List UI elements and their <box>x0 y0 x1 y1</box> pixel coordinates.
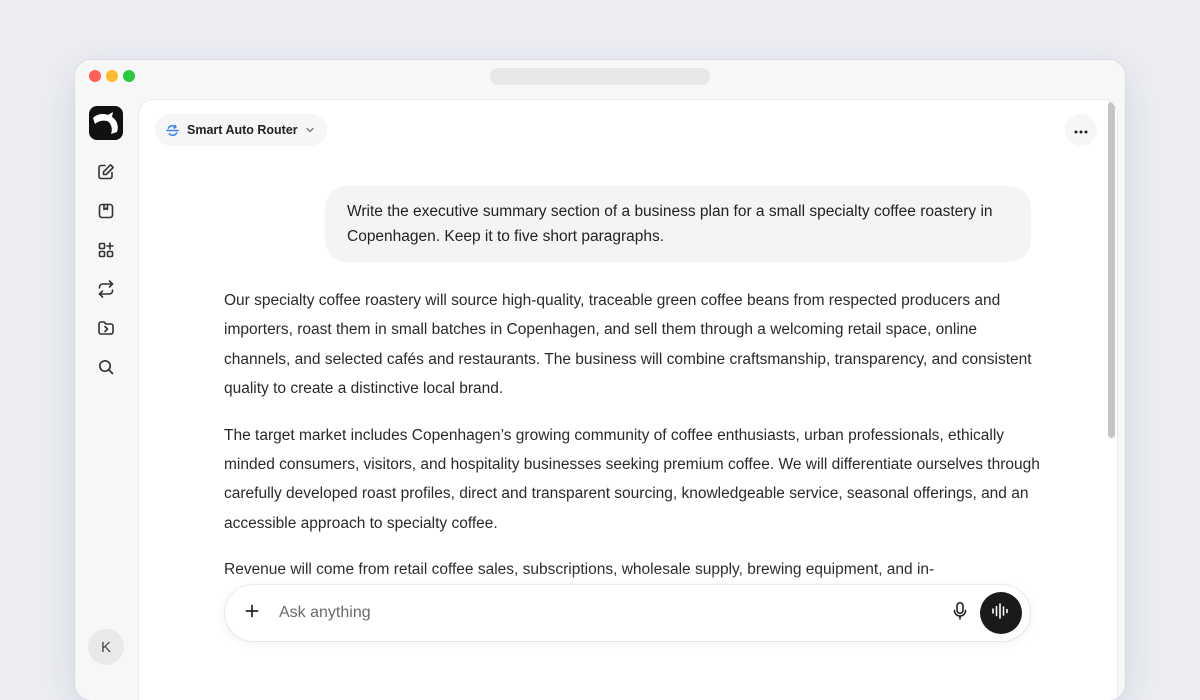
message-composer <box>225 585 1030 641</box>
user-avatar[interactable]: K <box>88 629 124 665</box>
chevron-down-icon <box>305 125 315 135</box>
maximize-window-button[interactable] <box>123 70 135 82</box>
ellipsis-icon <box>1074 121 1088 139</box>
voice-mode-button[interactable] <box>980 592 1022 634</box>
user-message-bubble: Write the executive summary section of a… <box>325 186 1031 262</box>
search-icon[interactable] <box>96 357 116 377</box>
minimize-window-button[interactable] <box>106 70 118 82</box>
address-bar[interactable] <box>490 68 710 85</box>
scrollbar-thumb[interactable] <box>1108 102 1115 438</box>
app-logo-icon[interactable] <box>89 106 123 140</box>
apps-icon[interactable] <box>96 240 116 260</box>
swap-icon[interactable] <box>96 279 116 299</box>
sidebar: K <box>75 92 137 700</box>
dictate-button[interactable] <box>947 600 973 626</box>
model-selector-button[interactable]: Smart Auto Router <box>155 114 327 146</box>
close-window-button[interactable] <box>89 70 101 82</box>
more-options-button[interactable] <box>1065 114 1097 146</box>
assistant-paragraph: The target market includes Copenhagen’s … <box>224 426 1040 532</box>
library-icon[interactable] <box>96 201 116 221</box>
new-chat-icon[interactable] <box>96 162 116 182</box>
model-selector-label: Smart Auto Router <box>187 123 298 137</box>
message-input[interactable] <box>279 599 879 627</box>
attach-button[interactable] <box>237 598 267 628</box>
microphone-icon <box>952 601 968 626</box>
folder-icon[interactable] <box>96 318 116 338</box>
plus-icon <box>244 603 260 624</box>
waveform-icon <box>991 602 1011 625</box>
assistant-paragraph: Our specialty coffee roastery will sourc… <box>224 292 1032 398</box>
avatar-initial: K <box>100 638 111 656</box>
router-icon <box>165 123 180 138</box>
chat-panel: Smart Auto Router Write the executive su… <box>139 100 1117 700</box>
app-window: K Smart Auto Router Write the executive … <box>75 60 1125 700</box>
assistant-message: Our specialty coffee roastery will sourc… <box>224 286 1044 602</box>
user-message-text: Write the executive summary section of a… <box>347 203 993 245</box>
title-bar <box>75 60 1125 92</box>
